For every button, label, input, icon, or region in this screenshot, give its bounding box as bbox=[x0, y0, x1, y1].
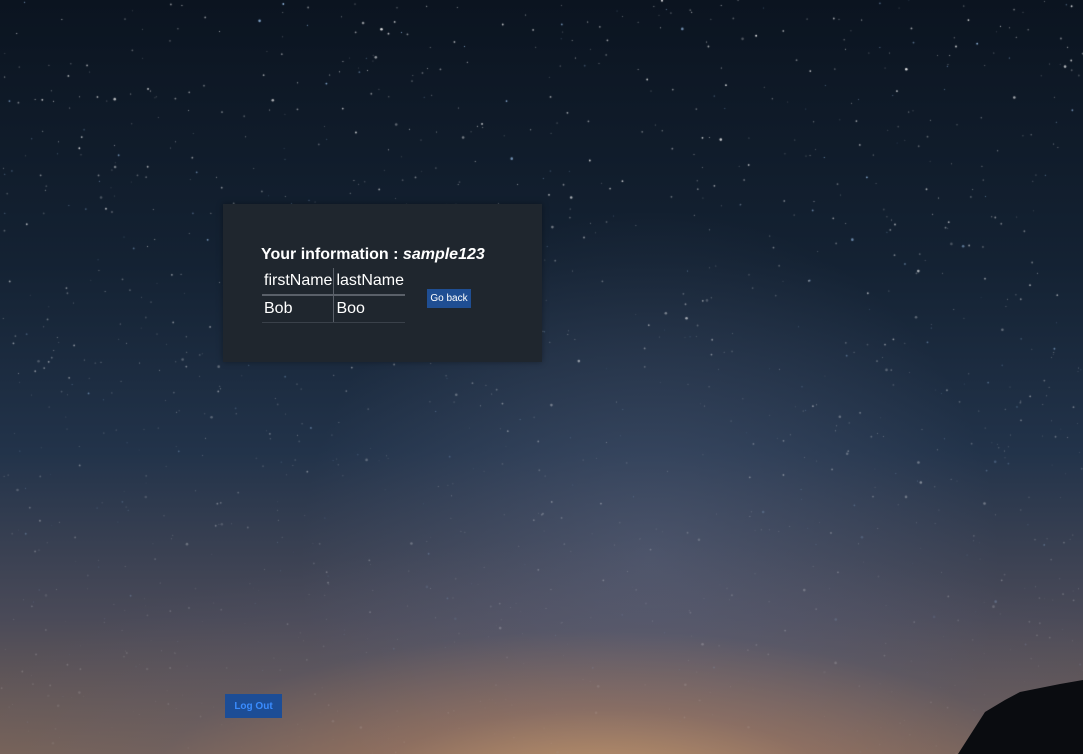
title-prefix: Your information : bbox=[261, 246, 399, 263]
go-back-button[interactable]: Go back bbox=[427, 289, 471, 308]
user-info-table: firstName lastName Bob Boo bbox=[262, 268, 406, 323]
page-title: Your information : sample123 bbox=[261, 246, 485, 264]
cell-firstname: Bob bbox=[262, 295, 334, 323]
column-header-firstname: firstName bbox=[262, 268, 334, 296]
mountain-silhouette bbox=[958, 680, 1083, 754]
logout-button[interactable]: Log Out bbox=[225, 694, 282, 718]
cell-lastname: Boo bbox=[333, 295, 406, 323]
username: sample123 bbox=[402, 246, 485, 263]
table-row: Bob Boo bbox=[262, 295, 406, 323]
table-header-row: firstName lastName bbox=[262, 268, 406, 296]
column-header-lastname: lastName bbox=[333, 268, 406, 296]
user-info-panel: Your information : sample123 firstName l… bbox=[223, 204, 542, 362]
